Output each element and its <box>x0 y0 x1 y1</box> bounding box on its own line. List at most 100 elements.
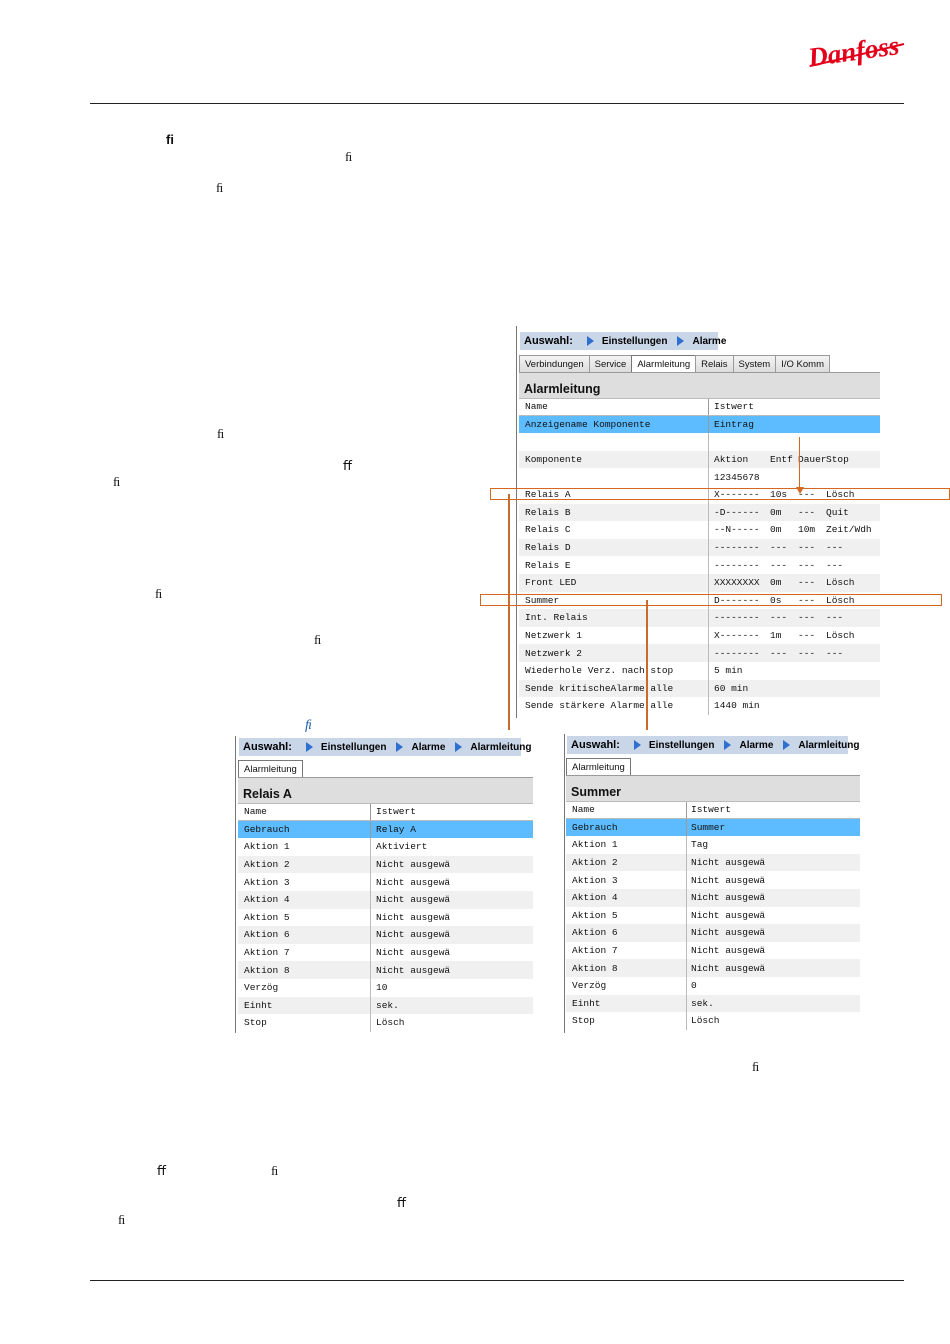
ligature-glyph: ﬁ <box>314 632 322 647</box>
table-row[interactable]: Netzwerk 2 -------- --- --- --- <box>519 644 880 662</box>
table-row[interactable]: Einht sek. <box>566 994 860 1013</box>
table-row-blank <box>519 433 880 451</box>
column-divider <box>686 871 687 889</box>
table-row[interactable]: Aktion 8 Nicht ausgewä <box>238 961 533 979</box>
table-row[interactable]: Aktion 4 Nicht ausgewä <box>566 888 860 907</box>
cell-aktion: -------- <box>714 647 760 659</box>
connector-line-dauer <box>799 437 800 488</box>
column-divider <box>370 943 371 962</box>
row-value: Summer <box>691 821 726 833</box>
row-name: Relais C <box>525 524 571 536</box>
table-row[interactable]: Aktion 2 Nicht ausgewä <box>238 855 533 874</box>
table-row[interactable]: Aktion 7 Nicht ausgewä <box>238 943 533 962</box>
table-row[interactable]: Sende stärkere Alarme alle 1440 min <box>519 697 880 715</box>
row-value: Nicht ausgewä <box>691 927 766 939</box>
row-name: Aktion 8 <box>572 962 618 974</box>
breadcrumb-item-einstellungen[interactable]: Einstellungen <box>649 740 715 751</box>
breadcrumb-item-einstellungen[interactable]: Einstellungen <box>602 336 668 347</box>
ligature-glyph: ﬁ <box>113 474 121 489</box>
table-row[interactable]: Aktion 8 Nicht ausgewä <box>566 959 860 977</box>
table-row[interactable]: Aktion 4 Nicht ausgewä <box>238 890 533 909</box>
table-row[interactable]: Einht sek. <box>238 996 533 1015</box>
table-row[interactable]: Front LED XXXXXXXX 0m --- Lösch <box>519 573 880 592</box>
header-value: Istwert <box>714 401 754 413</box>
table-row[interactable]: Aktion 2 Nicht ausgewä <box>566 853 860 872</box>
connector-line-relais-a <box>508 494 510 730</box>
header-value: Istwert <box>691 804 731 816</box>
cell-entf: --- <box>770 612 788 624</box>
table-row[interactable]: Relais B -D------ 0m --- Quit <box>519 503 880 522</box>
row-name: Aktion 4 <box>572 892 618 904</box>
panel-border <box>516 326 517 718</box>
column-divider <box>708 661 709 680</box>
table-row[interactable]: Aktion 6 Nicht ausgewä <box>566 924 860 942</box>
table-row[interactable]: Wiederhole Verz. nach stop 5 min <box>519 661 880 680</box>
table-row[interactable]: Aktion 5 Nicht ausgewä <box>238 908 533 927</box>
column-divider <box>686 888 687 907</box>
table-row-selected[interactable]: Anzeigename Komponente Eintrag <box>519 415 880 434</box>
row-name: Relais E <box>525 559 571 571</box>
table-row-komponente[interactable]: Komponente Aktion Entf Dauer Stop <box>519 450 880 469</box>
cell-stop: --- <box>826 542 844 554</box>
table-row[interactable]: Verzög 0 <box>566 976 860 995</box>
arrow-down-icon <box>796 487 804 494</box>
col-dauer: Dauer <box>798 454 827 466</box>
row-value: Nicht ausgewä <box>376 911 451 923</box>
header-value: Istwert <box>376 806 416 818</box>
logo-text: Danfoss <box>806 30 901 73</box>
table-row[interactable]: Netzwerk 1 X------- 1m --- Lösch <box>519 626 880 645</box>
row-value: Nicht ausgewä <box>691 945 766 957</box>
table-row[interactable]: Relais E -------- --- --- --- <box>519 556 880 574</box>
row-value: sek. <box>691 997 714 1009</box>
ligature-glyph: ﬁ <box>155 586 163 601</box>
breadcrumb: Auswahl: Einstellungen Alarme <box>520 332 726 350</box>
table-row[interactable]: Sende kritischeAlarme alle 60 min <box>519 679 880 698</box>
table-row[interactable]: Aktion 5 Nicht ausgewä <box>566 906 860 925</box>
column-divider <box>686 959 687 977</box>
table-row[interactable]: Aktion 1 Tag <box>566 836 860 854</box>
table-row[interactable]: Stop Lösch <box>238 1014 533 1032</box>
breadcrumb-item-alarme[interactable]: Alarme <box>739 740 773 751</box>
row-value: Nicht ausgewä <box>691 892 766 904</box>
table-row[interactable]: Aktion 6 Nicht ausgewä <box>238 926 533 944</box>
row-name: Einht <box>572 997 601 1009</box>
column-divider <box>686 853 687 872</box>
breadcrumb-label: Auswahl: <box>243 741 292 753</box>
column-divider <box>686 924 687 942</box>
column-divider <box>686 941 687 960</box>
table-row[interactable]: Aktion 7 Nicht ausgewä <box>566 941 860 960</box>
cell-stop: Lösch <box>826 630 855 642</box>
table-row[interactable]: Relais C --N----- 0m 10m Zeit/Wdh <box>519 521 880 539</box>
table-row[interactable]: Aktion 1 Aktiviert <box>238 838 533 856</box>
row-name: Einht <box>244 999 273 1011</box>
row-name: Netzwerk 2 <box>525 647 583 659</box>
breadcrumb-item-alarme[interactable]: Alarme <box>692 336 726 347</box>
row-name: Gebrauch <box>244 823 290 835</box>
table-row[interactable]: Aktion 3 Nicht ausgewä <box>566 871 860 889</box>
table-row[interactable]: Aktion 3 Nicht ausgewä <box>238 873 533 891</box>
row-value: Nicht ausgewä <box>376 929 451 941</box>
breadcrumb-item-alarmleitung[interactable]: Alarmleitung <box>470 742 531 753</box>
row-name: Anzeigename Komponente <box>525 418 651 430</box>
table-row[interactable]: Relais D -------- --- --- --- <box>519 538 880 557</box>
cell-aktion: -D------ <box>714 506 760 518</box>
breadcrumb-item-alarme[interactable]: Alarme <box>411 742 445 753</box>
row-value: Nicht ausgewä <box>691 909 766 921</box>
column-divider <box>708 697 709 715</box>
row-name: Komponente <box>525 454 583 466</box>
row-value: 5 min <box>714 665 743 677</box>
cell-dauer: 10m <box>798 524 816 536</box>
cell-dauer: --- <box>798 559 816 571</box>
row-name: Relais D <box>525 542 571 554</box>
table-row-selected[interactable]: Gebrauch Summer <box>566 818 860 837</box>
column-divider <box>686 836 687 854</box>
cell-entf: --- <box>770 559 788 571</box>
breadcrumb-item-alarmleitung[interactable]: Alarmleitung <box>798 740 859 751</box>
danfoss-logo: Danfoss <box>806 30 905 73</box>
column-divider <box>370 908 371 927</box>
table-row[interactable]: Verzög 10 <box>238 978 533 997</box>
table-row-selected[interactable]: Gebrauch Relay A <box>238 820 533 839</box>
breadcrumb-item-einstellungen[interactable]: Einstellungen <box>321 742 387 753</box>
table-row[interactable]: Int. Relais -------- --- --- --- <box>519 609 880 627</box>
table-row[interactable]: Stop Lösch <box>566 1012 860 1030</box>
